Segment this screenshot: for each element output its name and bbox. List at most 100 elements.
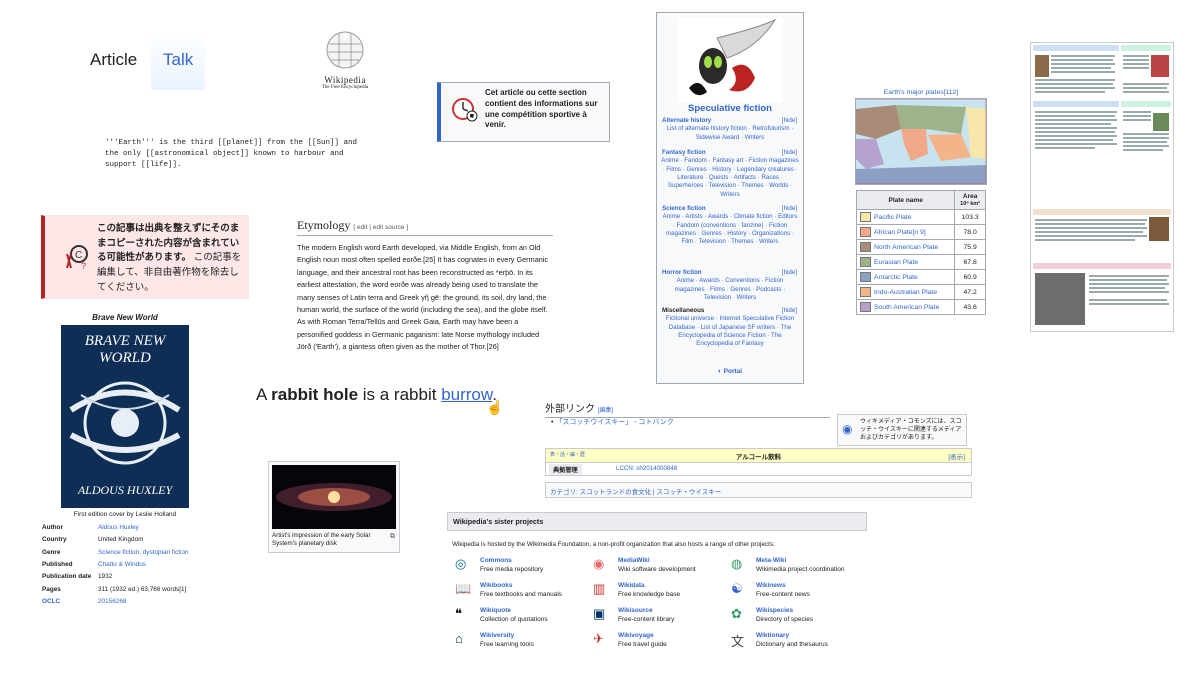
wikibooks-icon[interactable]: 📖	[455, 581, 475, 601]
navbox-group-links[interactable]: Fictional universe · Internet Speculativ…	[657, 315, 803, 348]
stopwatch-ball-icon	[452, 98, 478, 122]
sister-project-name[interactable]: MediaWiki	[618, 557, 650, 564]
sister-project-item[interactable]: ▥ Wikidata Free knowledge base	[593, 581, 723, 603]
sister-project-desc: Collection of quotations	[480, 616, 548, 623]
commons-icon[interactable]: ◎	[455, 556, 475, 576]
hide-toggle[interactable]: [hide]	[782, 149, 797, 157]
plate-name-link[interactable]: Eurasian Plate	[874, 259, 918, 266]
mediawiki-icon[interactable]: ◉	[593, 556, 613, 576]
hide-toggle[interactable]: [hide]	[782, 205, 797, 213]
portal-link[interactable]: ◐ Portal	[657, 368, 803, 375]
sister-project-name[interactable]: Wikibooks	[480, 582, 512, 589]
edit-section-link[interactable]: [編集]	[598, 408, 613, 414]
enlarge-icon[interactable]: ⧉	[390, 533, 395, 541]
sister-project-item[interactable]: 文 Wiktionary Dictionary and thesaurus	[731, 631, 861, 653]
wikiversity-icon[interactable]: ⌂	[455, 631, 475, 651]
plate-map-icon[interactable]	[855, 98, 987, 185]
burrow-link[interactable]: burrow	[441, 385, 492, 404]
infobox-label[interactable]: OCLC	[40, 596, 96, 608]
infobox-value[interactable]: Aldous Huxley	[96, 522, 210, 534]
lccn-link[interactable]: LCCN: sh2014000848	[616, 465, 677, 472]
book-cover-image[interactable]: BRAVE NEW WORLD ALDOUS HUXLEY	[61, 325, 189, 508]
wikiquote-icon[interactable]: ❝	[455, 606, 475, 626]
category-links[interactable]: カテゴリ: スコットランドの食文化 | スコッチ・ウイスキー	[550, 486, 721, 496]
sister-project-name[interactable]: Commons	[480, 557, 512, 564]
plate-name-link[interactable]: North American Plate	[874, 244, 938, 251]
plate-name-cell[interactable]: Indo-Australian Plate	[855, 284, 956, 300]
sister-project-item[interactable]: ✈ Wikivoyage Free travel guide	[593, 631, 723, 653]
navbox-title[interactable]: Speculative fiction	[657, 103, 803, 114]
sister-project-desc: Free-content news	[756, 591, 810, 598]
tab-talk[interactable]: Talk	[151, 30, 206, 90]
infobox-row: Pages 311 (1932 ed.) 63,766 words[1]	[40, 584, 210, 596]
plate-name-link[interactable]: South American Plate	[874, 304, 939, 311]
navbox-group-links[interactable]: Anime · Awards · Conventions · Fiction m…	[657, 277, 803, 302]
svg-text:C: C	[75, 250, 82, 261]
plate-name-link[interactable]: Pacific Plate	[874, 214, 911, 221]
cover-caption: First edition cover by Leslie Holland	[73, 511, 177, 518]
navbox-group: Miscellaneous [hide] Fictional universe · …	[657, 307, 803, 349]
hide-toggle[interactable]: [hide]	[782, 117, 797, 125]
infobox-row: Genre Science fiction, dystopian fiction	[40, 547, 210, 559]
sister-project-name[interactable]: Wikiquote	[480, 607, 511, 614]
plates-caption[interactable]: Earth's major plates[112]	[855, 89, 987, 96]
hide-toggle[interactable]: [hide]	[782, 307, 797, 315]
list-item[interactable]: • 「スコッチウイスキー」 - コトバンク	[551, 418, 831, 427]
plate-row: Antarctic Plate 60.9	[855, 269, 986, 285]
plate-name-cell[interactable]: South American Plate	[855, 299, 956, 315]
meta-wiki-icon[interactable]: ◍	[731, 556, 751, 576]
svg-text:?: ?	[81, 261, 86, 270]
edit-section-link[interactable]: [ edit | edit source ]	[353, 224, 408, 231]
tab-article[interactable]: Article	[78, 30, 149, 90]
sister-project-item[interactable]: 📖 Wikibooks Free textbooks and manuals	[455, 581, 585, 603]
sister-project-name[interactable]: Wikidata	[618, 582, 645, 589]
plate-name-cell[interactable]: Antarctic Plate	[855, 269, 956, 285]
plate-row: Indo-Australian Plate 47.2	[855, 284, 986, 300]
main-page-preview[interactable]	[1030, 42, 1174, 332]
wikivoyage-icon[interactable]: ✈	[593, 631, 613, 651]
wikipedia-logo[interactable]: Wikipedia The Free Encyclopedia	[310, 30, 380, 95]
sister-project-item[interactable]: ❝ Wikiquote Collection of quotations	[455, 606, 585, 628]
wikinews-icon[interactable]: ☯	[731, 581, 751, 601]
plate-name-link[interactable]: Indo-Australian Plate	[874, 289, 937, 296]
sister-project-item[interactable]: ✿ Wikispecies Directory of species	[731, 606, 861, 628]
sister-project-name[interactable]: Wikisource	[618, 607, 653, 614]
wikisource-icon[interactable]: ▣	[593, 606, 613, 626]
show-toggle[interactable]: [表示]	[948, 451, 965, 461]
infobox-label: Publication date	[42, 573, 92, 581]
sister-project-name[interactable]: Wikinews	[756, 582, 786, 589]
plate-name-cell[interactable]: African Plate[n 9]	[855, 224, 956, 240]
sister-project-item[interactable]: ◎ Commons Free media repository	[455, 556, 585, 578]
navbox-group-links[interactable]: Anime · Fandom · Fantasy art · Fiction m…	[657, 157, 803, 199]
sister-project-name[interactable]: Wiktionary	[756, 632, 789, 639]
plate-name-cell[interactable]: Eurasian Plate	[855, 254, 956, 270]
infobox-value[interactable]: Science fiction, dystopian fiction	[96, 547, 210, 559]
authority-label[interactable]: 典拠管理	[549, 464, 582, 475]
hide-toggle[interactable]: [hide]	[782, 269, 797, 277]
navbox-group-links[interactable]: Anime · Artists · Awards · Climate ficti…	[657, 213, 803, 246]
page-tabs: Article Talk	[58, 30, 238, 90]
sister-project-name[interactable]: Meta-Wiki	[756, 557, 786, 564]
sister-project-item[interactable]: ☯ Wikinews Free-content news	[731, 581, 861, 603]
plate-name-cell[interactable]: North American Plate	[855, 239, 956, 255]
plate-name-cell[interactable]: Pacific Plate	[855, 209, 956, 225]
image-thumbnail[interactable]: Artist's impression of the early Solar S…	[268, 461, 400, 553]
sister-project-desc: Free textbooks and manuals	[480, 591, 563, 598]
sister-project-name[interactable]: Wikiversity	[480, 632, 514, 639]
sister-project-item[interactable]: ⌂ Wikiversity Free learning tools	[455, 631, 585, 653]
plate-area-cell: 78.0	[954, 224, 986, 240]
sister-project-item[interactable]: ◉ MediaWiki Wiki software development	[593, 556, 723, 578]
wiktionary-icon[interactable]: 文	[731, 631, 751, 651]
infobox-value[interactable]: 20156268	[96, 596, 210, 608]
sister-project-name[interactable]: Wikivoyage	[618, 632, 654, 639]
sister-project-name[interactable]: Wikispecies	[756, 607, 793, 614]
infobox-label: Country	[42, 536, 67, 544]
plate-name-link[interactable]: Antarctic Plate	[874, 274, 918, 281]
wikidata-icon[interactable]: ▥	[593, 581, 613, 601]
infobox-value[interactable]: Chatto & Windus	[96, 559, 210, 571]
navbox-group-links[interactable]: List of alternate history fiction · Retr…	[657, 125, 803, 142]
wikispecies-icon[interactable]: ✿	[731, 606, 751, 626]
sister-project-item[interactable]: ◍ Meta-Wiki Wikimedia project coordination	[731, 556, 861, 578]
plate-name-link[interactable]: African Plate[n 9]	[874, 229, 926, 236]
sister-project-item[interactable]: ▣ Wikisource Free-content library	[593, 606, 723, 628]
